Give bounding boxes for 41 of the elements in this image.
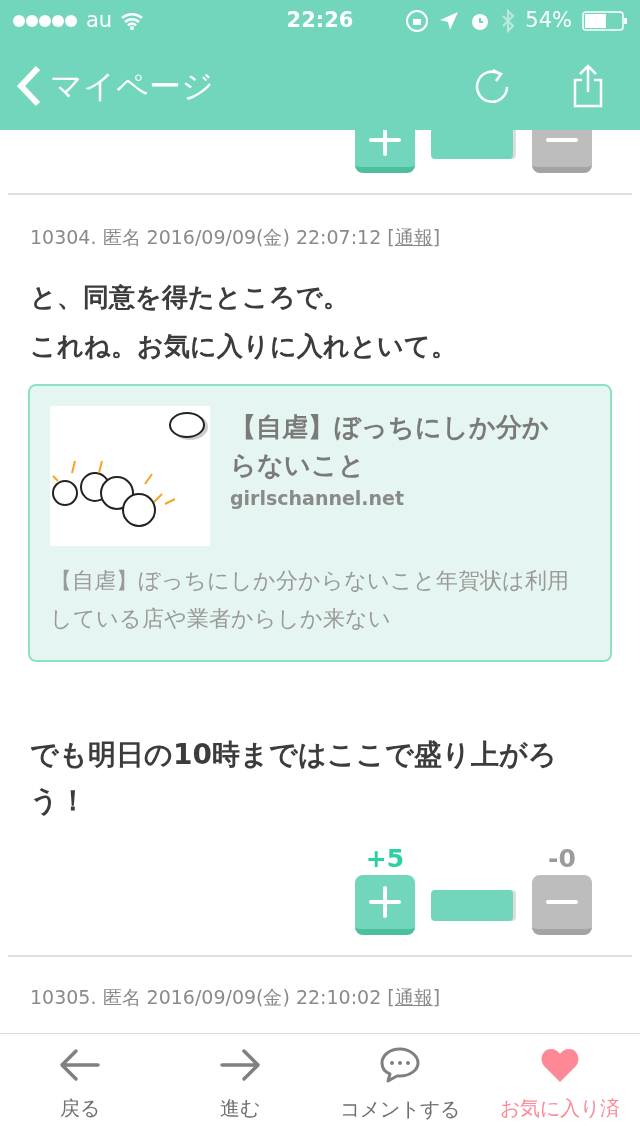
link-card[interactable]: 【自虐】ぼっちにしか分からないこと girlschannel.net 【自虐】ぼっちにしか分からないこと年賀状は利用している店や業者からしか来ない <box>28 383 612 662</box>
link-title: 【自虐】ぼっちにしか分からないこと <box>230 410 550 482</box>
report-link[interactable]: 通報 <box>394 226 433 248</box>
heart-icon <box>540 1047 580 1083</box>
report-link[interactable]: 通報 <box>394 985 433 1008</box>
tab-button[interactable]: お気に入り済 <box>480 1034 640 1136</box>
battery-percent: 54% <box>525 7 572 35</box>
battery-icon <box>582 11 628 31</box>
wifi-icon <box>120 12 145 30</box>
location-icon <box>439 11 460 31</box>
refresh-icon <box>474 67 510 105</box>
comment-text: これね。お気に入りに入れといて。 <box>30 329 458 363</box>
chevron-left-icon <box>16 65 42 107</box>
comment-text: と、同意を得たところで。 <box>30 280 350 314</box>
plus-icon <box>368 130 402 157</box>
carrier-label: au <box>86 7 113 35</box>
plus-count: +5 <box>365 845 405 871</box>
minus-button[interactable] <box>532 874 592 935</box>
plus-icon <box>368 884 402 919</box>
clock-time: 22:26 <box>286 7 354 35</box>
plus-button[interactable] <box>355 130 415 173</box>
forward-arrow-icon <box>218 1047 262 1083</box>
tab-button[interactable]: コメントする <box>320 1034 480 1136</box>
comment-header: 10304. 匿名 2016/09/09(金) 22:07:12 [通報] <box>30 225 442 250</box>
comment-header: 10305. 匿名 2016/09/09(金) 22:10:02 [通報] <box>30 984 442 1010</box>
refresh-button[interactable] <box>474 67 510 105</box>
bluetooth-icon <box>501 9 516 33</box>
link-description: 【自虐】ぼっちにしか分からないこと年賀状は利用している店や業者からしか来ない <box>50 566 570 633</box>
minus-icon <box>546 899 578 904</box>
tab-button[interactable]: 進む <box>160 1034 320 1136</box>
comment-text: でも明日の10時まではここで盛り上がろう！ <box>30 736 558 819</box>
link-domain: girlschannel.net <box>230 485 406 511</box>
minus-button[interactable] <box>532 130 592 173</box>
speech-bubble-icon <box>379 1046 421 1084</box>
plus-button[interactable] <box>355 874 415 935</box>
minus-icon <box>546 138 578 142</box>
rotation-lock-icon <box>405 9 430 33</box>
back-arrow-icon <box>58 1047 102 1083</box>
tab-button[interactable]: 戻る <box>0 1034 160 1136</box>
minus-count: -0 <box>548 845 576 871</box>
signal-icon <box>12 14 78 28</box>
